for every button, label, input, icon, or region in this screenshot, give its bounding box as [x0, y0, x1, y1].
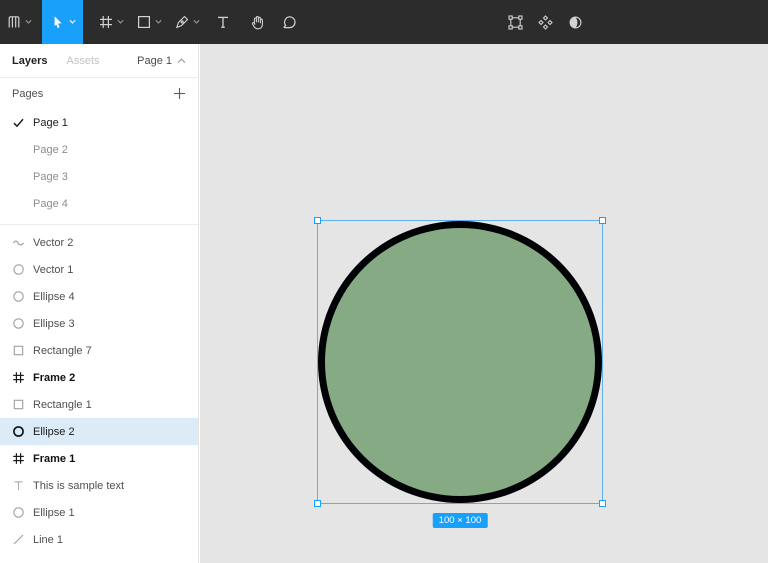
plus-icon	[173, 87, 186, 100]
panel-header: Layers Assets Page 1	[0, 44, 198, 78]
layer-label: Line 1	[33, 534, 63, 546]
layer-label: Vector 1	[33, 264, 73, 276]
page-selector-dropdown[interactable]: Page 1	[137, 55, 186, 67]
layer-label: Frame 2	[33, 372, 75, 384]
layer-row[interactable]: Vector 1	[0, 256, 198, 283]
pages-list: Page 1 Page 2 Page 3 Page 4	[0, 109, 198, 217]
text-tool-button[interactable]	[212, 0, 234, 44]
layers-panel: Layers Assets Page 1 Pages Page 1	[0, 44, 199, 563]
move-tool-button[interactable]	[42, 0, 83, 44]
layer-row[interactable]: Frame 2	[0, 364, 198, 391]
rectangle-icon	[136, 14, 152, 30]
layer-row[interactable]: Ellipse 4	[0, 283, 198, 310]
layer-label: Ellipse 4	[33, 291, 75, 303]
layer-row[interactable]: Ellipse 3	[0, 310, 198, 337]
ellipse-icon	[12, 290, 33, 303]
layer-label: Frame 1	[33, 453, 75, 465]
page-item[interactable]: Page 3	[0, 163, 198, 190]
edit-object-icon	[507, 14, 524, 31]
resize-handle-top-left[interactable]	[314, 217, 321, 224]
canvas[interactable]: 100 × 100	[200, 44, 768, 563]
chevron-down-icon	[117, 19, 124, 25]
mask-button[interactable]	[562, 0, 588, 44]
pen-icon	[174, 14, 190, 30]
toolbar-right-group	[502, 0, 588, 44]
rectangle-icon	[12, 344, 33, 357]
layer-row[interactable]: Line 1	[0, 526, 198, 553]
resize-handle-bottom-left[interactable]	[314, 500, 321, 507]
vector-squiggle-icon	[12, 236, 33, 249]
tab-layers[interactable]: Layers	[12, 55, 47, 67]
layer-row[interactable]: Frame 1	[0, 445, 198, 472]
pages-section-header: Pages	[0, 78, 198, 109]
layer-label: Rectangle 1	[33, 399, 92, 411]
main-menu-button[interactable]	[2, 0, 36, 44]
page-item[interactable]: Page 4	[0, 190, 198, 217]
page-item[interactable]: Page 2	[0, 136, 198, 163]
frame-icon	[12, 371, 33, 384]
layer-row[interactable]: Rectangle 7	[0, 337, 198, 364]
pages-header-label: Pages	[12, 88, 43, 100]
resize-handle-top-right[interactable]	[599, 217, 606, 224]
frame-tool-button[interactable]	[96, 0, 126, 44]
cursor-icon	[50, 14, 66, 30]
figma-menu-icon	[6, 14, 22, 30]
layer-label: Ellipse 2	[33, 426, 75, 438]
ellipse-icon	[12, 425, 33, 438]
page-item-label: Page 1	[33, 117, 68, 129]
layer-row[interactable]: Ellipse 1	[0, 499, 198, 526]
text-icon	[12, 479, 33, 492]
layer-row-selected[interactable]: Ellipse 2	[0, 418, 198, 445]
selection-bounding-box[interactable]	[317, 220, 603, 504]
page-item-label: Page 2	[33, 144, 68, 156]
chevron-down-icon	[155, 19, 162, 25]
page-selector-label: Page 1	[137, 55, 172, 67]
divider	[0, 224, 198, 225]
layer-label: Rectangle 7	[33, 345, 92, 357]
layers-list: Vector 2 Vector 1 Ellipse 4	[0, 229, 198, 553]
hand-icon	[249, 14, 266, 31]
size-badge: 100 × 100	[433, 513, 488, 528]
chevron-down-icon	[193, 19, 200, 25]
layer-label: Vector 2	[33, 237, 73, 249]
ellipse-icon	[12, 506, 33, 519]
tab-assets[interactable]: Assets	[66, 55, 99, 67]
page-item-label: Page 3	[33, 171, 68, 183]
layer-label: Ellipse 1	[33, 507, 75, 519]
shape-tool-button[interactable]	[134, 0, 164, 44]
component-icon	[537, 14, 554, 31]
edit-object-button[interactable]	[502, 0, 528, 44]
layer-label: Ellipse 3	[33, 318, 75, 330]
layer-row[interactable]: This is sample text	[0, 472, 198, 499]
layer-row[interactable]: Vector 2	[0, 229, 198, 256]
comment-tool-button[interactable]	[278, 0, 300, 44]
hand-tool-button[interactable]	[246, 0, 268, 44]
rectangle-icon	[12, 398, 33, 411]
create-component-button[interactable]	[532, 0, 558, 44]
frame-icon	[98, 14, 114, 30]
page-item[interactable]: Page 1	[0, 109, 198, 136]
layer-label: This is sample text	[33, 480, 124, 492]
comment-icon	[281, 14, 298, 31]
pen-tool-button[interactable]	[172, 0, 202, 44]
chevron-down-icon	[25, 19, 32, 25]
top-toolbar	[0, 0, 768, 44]
frame-icon	[12, 452, 33, 465]
vector-shape-icon	[12, 263, 33, 276]
selected-ellipse-shape[interactable]	[318, 221, 602, 503]
line-icon	[12, 533, 33, 546]
layer-row[interactable]: Rectangle 1	[0, 391, 198, 418]
chevron-up-icon	[177, 58, 186, 64]
text-icon	[215, 14, 231, 30]
chevron-down-icon	[69, 19, 76, 25]
check-icon	[13, 118, 33, 128]
mask-icon	[567, 14, 584, 31]
ellipse-icon	[12, 317, 33, 330]
page-item-label: Page 4	[33, 198, 68, 210]
add-page-button[interactable]	[173, 87, 186, 100]
resize-handle-bottom-right[interactable]	[599, 500, 606, 507]
